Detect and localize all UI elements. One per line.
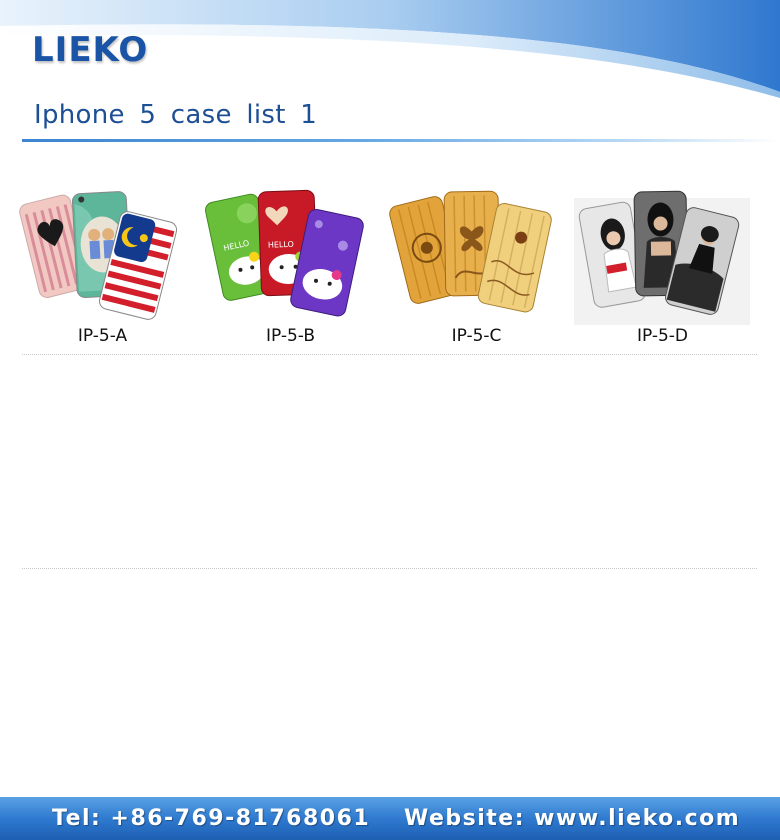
product-image bbox=[19, 191, 178, 320]
product-card[interactable]: IP-5-A bbox=[10, 180, 195, 355]
product-code: IP-5-D bbox=[636, 326, 689, 346]
product-card[interactable]: IP-5-C bbox=[384, 180, 569, 355]
footer-bar: Tel: +86-769-81768061 Website: www.lieko… bbox=[0, 797, 780, 840]
svg-text:HELLO: HELLO bbox=[268, 240, 294, 250]
row-divider bbox=[22, 568, 757, 569]
footer-tel: Tel: +86-769-81768061 bbox=[52, 806, 371, 831]
product-card[interactable]: IP-5-D bbox=[570, 180, 755, 355]
product-image: HELLO HELLO bbox=[204, 189, 364, 317]
product-code: IP-5-B bbox=[265, 326, 316, 346]
product-code: IP-5-A bbox=[77, 326, 128, 346]
page-title: Iphone 5 case list 1 bbox=[34, 100, 318, 130]
product-card[interactable]: HELLO HELLO IP-5-B bbox=[198, 180, 383, 355]
product-code: IP-5-C bbox=[451, 326, 502, 346]
product-image bbox=[574, 190, 750, 325]
title-divider bbox=[22, 139, 780, 142]
product-image bbox=[389, 190, 552, 313]
row-divider bbox=[22, 354, 757, 355]
logo: LIEKO bbox=[32, 30, 149, 70]
footer-website[interactable]: Website: www.lieko.com bbox=[404, 806, 740, 831]
product-row: IP-5-A HELLO HELLO IP-5-B IP-5-C IP-5-D bbox=[0, 180, 780, 360]
